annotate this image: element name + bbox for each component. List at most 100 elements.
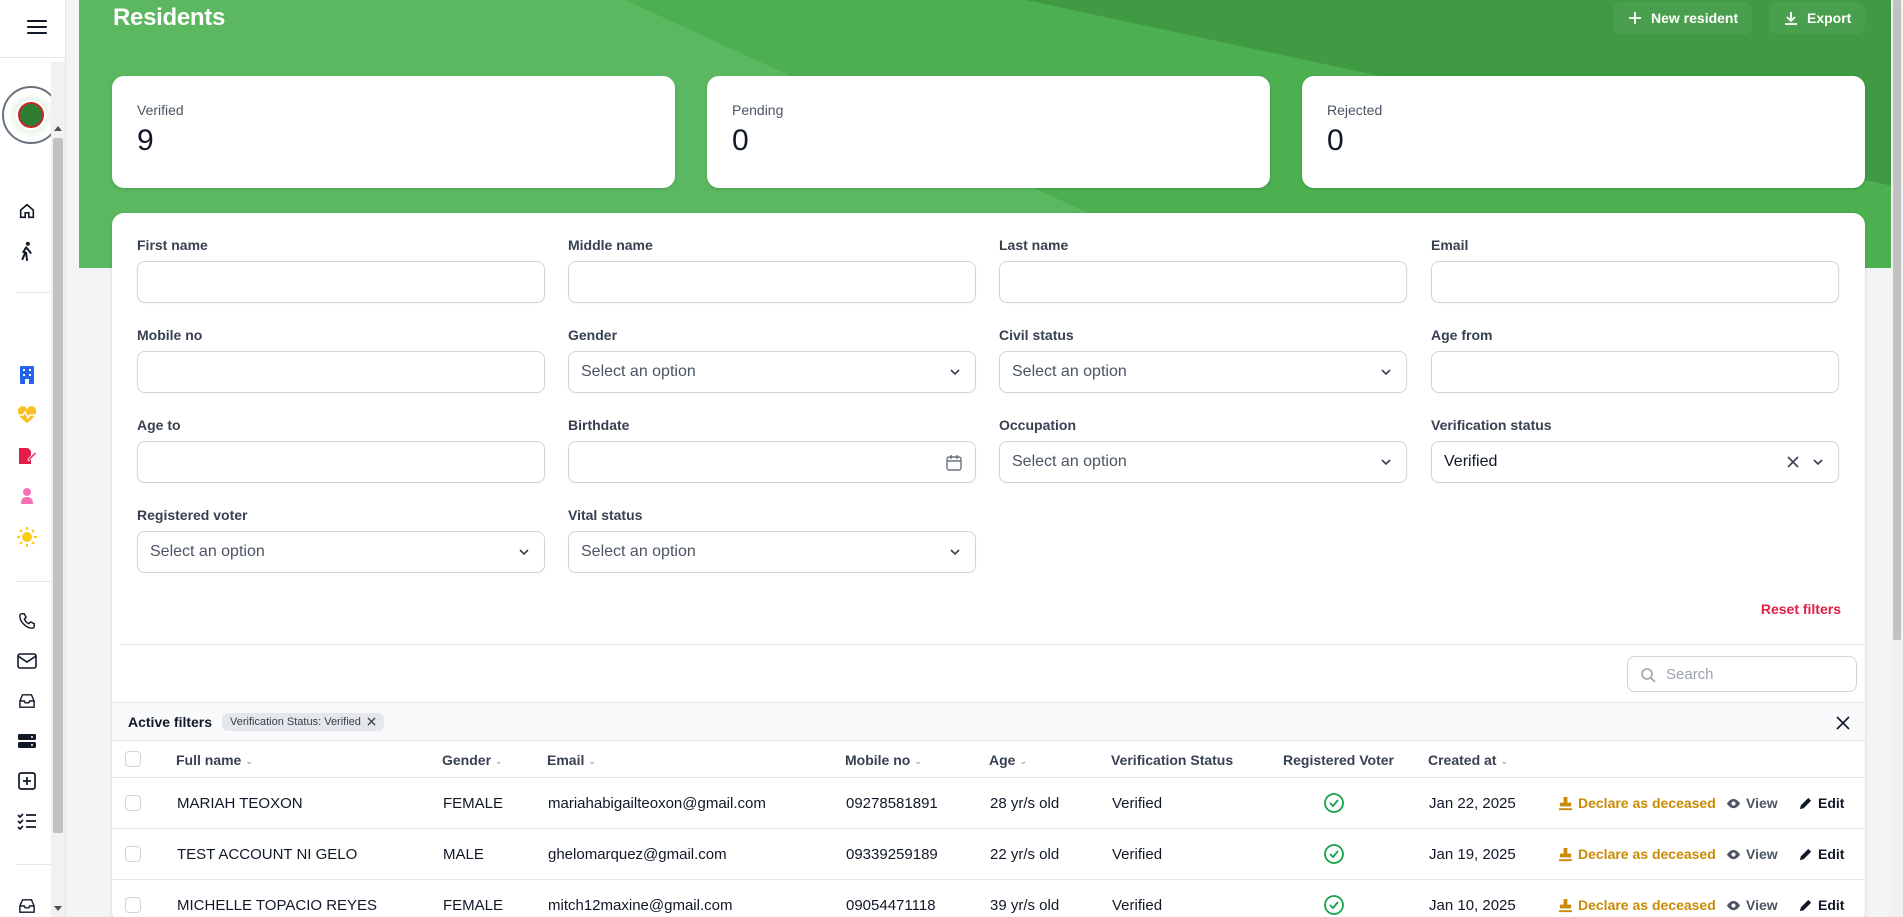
email-label: Email xyxy=(1431,237,1469,253)
active-filter-chip-label: Verification Status: Verified xyxy=(230,715,361,728)
declare-deceased-button[interactable]: Declare as deceased xyxy=(1558,795,1716,811)
registered-voter-select[interactable]: Select an option xyxy=(137,531,545,573)
plus-square-icon[interactable] xyxy=(16,770,38,792)
walking-person-icon[interactable] xyxy=(16,240,38,262)
download-icon xyxy=(1785,12,1797,25)
verification-status-label: Verification status xyxy=(1431,417,1552,433)
first-name-input[interactable] xyxy=(137,261,545,303)
cell-status: Verified xyxy=(1112,846,1163,863)
age-from-label: Age from xyxy=(1431,327,1493,343)
edit-button[interactable]: Edit xyxy=(1798,846,1844,862)
checklist-icon[interactable] xyxy=(16,810,38,832)
cell-full-name: MICHELLE TOPACIO REYES xyxy=(177,897,378,914)
cell-created: Jan 10, 2025 xyxy=(1429,897,1516,914)
column-age[interactable]: Age ⌄ xyxy=(989,752,1027,768)
vital-status-select-value: Select an option xyxy=(581,543,696,560)
phone-icon[interactable] xyxy=(16,610,38,632)
column-email[interactable]: Email ⌄ xyxy=(547,752,596,768)
panel-divider xyxy=(120,644,1865,645)
page-scrollbar[interactable] xyxy=(1891,0,1903,917)
cell-status: Verified xyxy=(1112,795,1163,812)
occupation-select[interactable]: Select an option xyxy=(999,441,1407,483)
stamp-icon xyxy=(1558,898,1573,912)
eye-icon xyxy=(1726,849,1741,859)
stat-label: Pending xyxy=(732,102,784,118)
export-button[interactable]: Export xyxy=(1769,2,1866,34)
email-input[interactable] xyxy=(1431,261,1839,303)
calendar-icon[interactable] xyxy=(945,454,963,472)
middle-name-input[interactable] xyxy=(568,261,976,303)
declare-deceased-button[interactable]: Declare as deceased xyxy=(1558,897,1716,913)
search-input[interactable]: Search xyxy=(1627,656,1857,692)
chevron-down-icon xyxy=(1381,459,1391,466)
birthdate-label: Birthdate xyxy=(568,417,630,433)
birthdate-input[interactable] xyxy=(568,441,976,483)
check-circle-icon xyxy=(1324,844,1344,864)
stat-card-rejected: Rejected 0 xyxy=(1302,76,1865,188)
view-button[interactable]: View xyxy=(1726,846,1778,862)
reset-filters-link[interactable]: Reset filters xyxy=(1761,601,1841,617)
mail-icon[interactable] xyxy=(16,650,38,672)
cell-status: Verified xyxy=(1112,897,1163,914)
chevron-down-icon xyxy=(1813,459,1823,466)
building-icon[interactable] xyxy=(16,364,38,386)
occupation-select-value: Select an option xyxy=(1012,453,1127,470)
column-mobile-no[interactable]: Mobile no ⌄ xyxy=(845,752,922,768)
view-button[interactable]: View xyxy=(1726,795,1778,811)
sidebar-divider xyxy=(0,57,66,58)
column-gender[interactable]: Gender ⌄ xyxy=(442,752,503,768)
column-created-at[interactable]: Created at ⌄ xyxy=(1428,752,1508,768)
stat-card-verified: Verified 9 xyxy=(112,76,675,188)
new-resident-label: New resident xyxy=(1651,10,1739,26)
vital-status-select[interactable]: Select an option xyxy=(568,531,976,573)
baby-icon[interactable] xyxy=(16,485,38,507)
row-checkbox[interactable] xyxy=(125,846,141,862)
document-edit-icon[interactable] xyxy=(16,445,38,467)
sun-icon[interactable] xyxy=(16,526,38,548)
last-name-input[interactable] xyxy=(999,261,1407,303)
cell-email: mitch12maxine@gmail.com xyxy=(548,897,733,914)
chip-close-icon[interactable] xyxy=(367,717,376,726)
cell-gender: FEMALE xyxy=(443,897,504,914)
view-button[interactable]: View xyxy=(1726,897,1778,913)
row-checkbox[interactable] xyxy=(125,897,141,913)
verification-status-select-value: Verified xyxy=(1444,453,1498,470)
cell-email: ghelomarquez@gmail.com xyxy=(548,846,727,863)
edit-button[interactable]: Edit xyxy=(1798,795,1844,811)
row-checkbox[interactable] xyxy=(125,795,141,811)
sidebar-scrollbar[interactable] xyxy=(51,62,65,917)
clear-icon[interactable] xyxy=(1786,455,1800,469)
eye-icon xyxy=(1726,798,1741,808)
select-all-checkbox[interactable] xyxy=(125,751,141,767)
chevron-down-icon xyxy=(519,549,529,556)
table-header: Full name ⌄ Gender ⌄ Email ⌄ Mobile no ⌄ Age… xyxy=(112,741,1865,778)
column-full-name[interactable]: Full name ⌄ xyxy=(176,752,253,768)
stat-label: Verified xyxy=(137,102,184,118)
age-from-input[interactable] xyxy=(1431,351,1839,393)
clear-all-filters-icon[interactable] xyxy=(1835,715,1851,731)
gender-select[interactable]: Select an option xyxy=(568,351,976,393)
cell-created: Jan 22, 2025 xyxy=(1429,795,1516,812)
verification-status-select[interactable]: Verified xyxy=(1431,441,1839,483)
plus-icon xyxy=(1629,12,1641,24)
inbox-icon-2[interactable] xyxy=(16,895,38,917)
server-icon[interactable] xyxy=(16,730,38,752)
cell-age: 28 yr/s old xyxy=(990,795,1060,812)
new-resident-button[interactable]: New resident xyxy=(1613,2,1753,34)
cell-gender: FEMALE xyxy=(443,795,504,812)
menu-icon[interactable] xyxy=(26,16,48,38)
check-circle-icon xyxy=(1324,793,1344,813)
civil-status-select[interactable]: Select an option xyxy=(999,351,1407,393)
age-to-label: Age to xyxy=(137,417,181,433)
stat-label: Rejected xyxy=(1327,102,1383,118)
home-icon[interactable] xyxy=(16,200,38,222)
edit-button[interactable]: Edit xyxy=(1798,897,1844,913)
table-row: TEST ACCOUNT NI GELO MALE ghelomarquez@g… xyxy=(112,829,1865,880)
inbox-icon[interactable] xyxy=(16,690,38,712)
mobile-no-input[interactable] xyxy=(137,351,545,393)
gender-label: Gender xyxy=(568,327,618,343)
heart-pulse-icon[interactable] xyxy=(16,404,38,426)
table-row: MARIAH TEOXON FEMALE mariahabigailteoxon… xyxy=(112,778,1865,829)
declare-deceased-button[interactable]: Declare as deceased xyxy=(1558,846,1716,862)
age-to-input[interactable] xyxy=(137,441,545,483)
